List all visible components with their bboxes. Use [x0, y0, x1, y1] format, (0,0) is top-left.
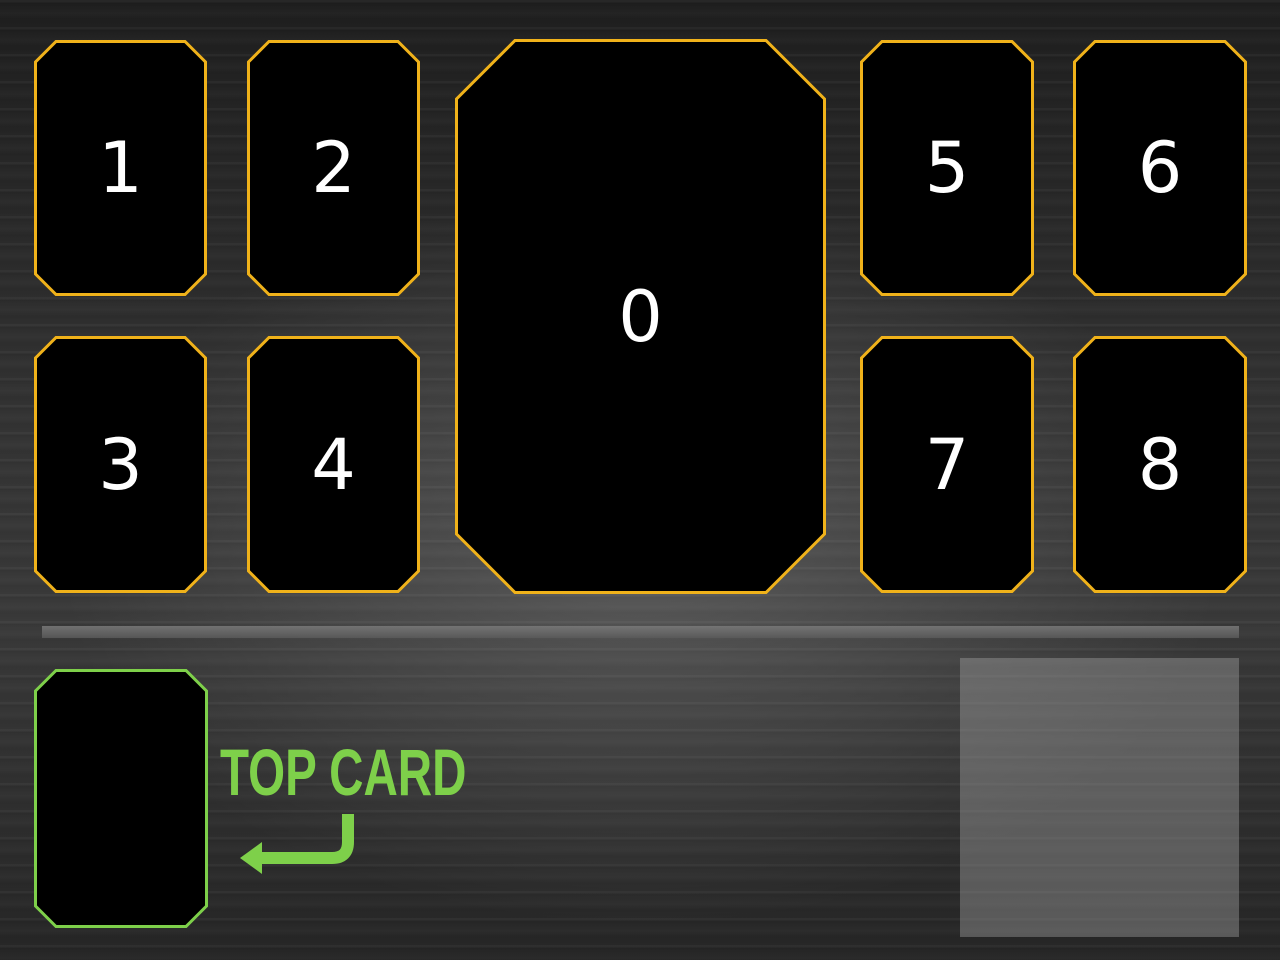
deck-card-outline [34, 669, 208, 928]
board-divider [42, 626, 1239, 638]
game-board: 1 2 0 5 6 3 4 7 8 TOP CARD [0, 0, 1280, 960]
card-slot-number: 8 [1137, 423, 1183, 506]
card-slot-0[interactable]: 0 [455, 39, 826, 594]
card-slot-number: 6 [1137, 127, 1183, 209]
return-arrow-icon [240, 814, 354, 874]
card-slot-number: 3 [98, 423, 143, 506]
discard-area[interactable] [960, 658, 1239, 937]
card-slot-8[interactable]: 8 [1073, 336, 1247, 593]
card-slot-number: 4 [311, 423, 356, 506]
card-slot-number: 2 [311, 127, 356, 209]
card-slot-5[interactable]: 5 [860, 40, 1034, 296]
card-slot-number: 7 [924, 423, 970, 506]
card-slot-6[interactable]: 6 [1073, 40, 1247, 296]
top-card-label: TOP CARD [220, 735, 467, 809]
card-slot-4[interactable]: 4 [247, 336, 420, 593]
card-slot-number: 1 [98, 127, 143, 209]
deck-top-card[interactable] [34, 669, 208, 928]
card-slot-3[interactable]: 3 [34, 336, 207, 593]
card-slot-number: 5 [924, 127, 970, 209]
card-slot-1[interactable]: 1 [34, 40, 207, 296]
card-slot-2[interactable]: 2 [247, 40, 420, 296]
card-slot-7[interactable]: 7 [860, 336, 1034, 593]
card-slot-number: 0 [618, 275, 663, 358]
